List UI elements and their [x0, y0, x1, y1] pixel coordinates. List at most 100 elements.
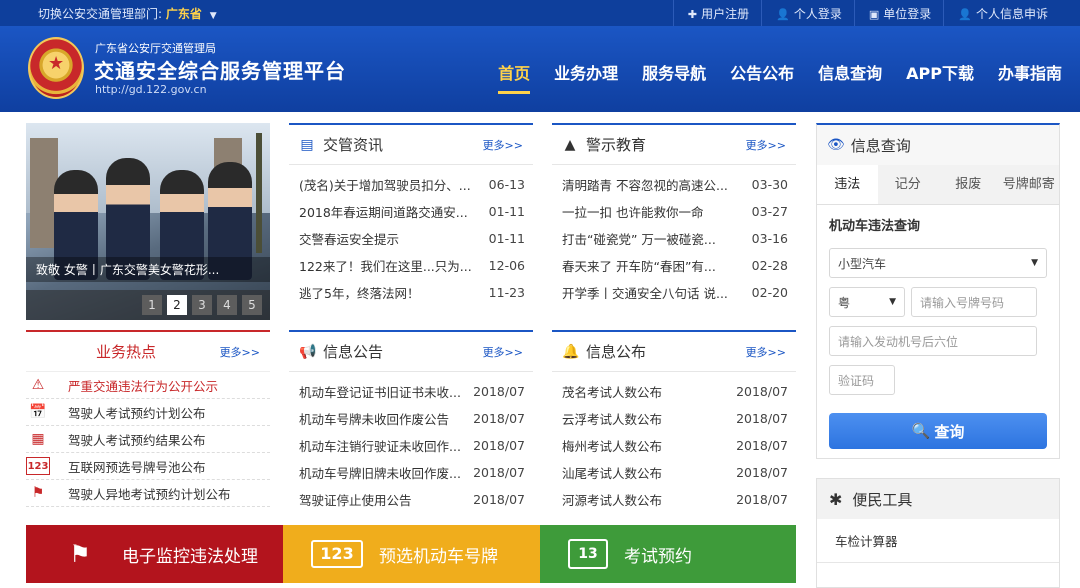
item-title[interactable]: 驾驶人考试预约结果公布: [68, 430, 206, 449]
item-title[interactable]: 2018年春运期间道路交通安...: [299, 202, 483, 221]
hot-more-link[interactable]: 更多>>: [220, 344, 260, 360]
item-title[interactable]: 严重交通违法行为公开公示: [68, 376, 218, 395]
list-item[interactable]: 机动车号牌旧牌未收回作废... 2018/07: [289, 459, 533, 486]
list-item[interactable]: 122来了！我们在这里...只为... 12-06: [289, 252, 533, 279]
query-button[interactable]: 🔍 查询: [829, 413, 1047, 449]
banner-plate-selection[interactable]: 123 预选机动车号牌: [283, 525, 540, 583]
list-item[interactable]: 汕尾考试人数公布 2018/07: [552, 459, 796, 486]
item-title[interactable]: 茂名考试人数公布: [562, 382, 730, 401]
list-item[interactable]: 机动车登记证书旧证书未收... 2018/07: [289, 378, 533, 405]
item-title[interactable]: 开学季丨交通安全八句话 说...: [562, 283, 746, 302]
slider-page-3[interactable]: 3: [192, 295, 212, 315]
list-item[interactable]: 春天来了 开车防“春困”有... 02-28: [552, 252, 796, 279]
item-title[interactable]: 驾驶人异地考试预约计划公布: [68, 484, 231, 503]
list-item[interactable]: ⚑ 驾驶人异地考试预约计划公布: [26, 480, 270, 507]
item-date: 2018/07: [736, 492, 788, 507]
slider-page-4[interactable]: 4: [217, 295, 237, 315]
tab-points[interactable]: 记分: [878, 165, 939, 204]
warning-more-link[interactable]: 更多>>: [746, 137, 786, 153]
province-switcher[interactable]: 切换公安交通管理部门: 广东省 ▼: [38, 5, 217, 22]
list-item[interactable]: 2018年春运期间道路交通安... 01-11: [289, 198, 533, 225]
item-title[interactable]: 汕尾考试人数公布: [562, 463, 730, 482]
list-item[interactable]: 📅 驾驶人考试预约计划公布: [26, 399, 270, 426]
item-title[interactable]: 打击“碰瓷党” 万一被碰瓷...: [562, 229, 746, 248]
item-title[interactable]: 逃了5年，终落法网！: [299, 283, 483, 302]
list-item[interactable]: (茂名)关于增加驾驶员扣分、... 06-13: [289, 171, 533, 198]
list-item[interactable]: 逃了5年，终落法网！ 11-23: [289, 279, 533, 306]
list-item[interactable]: 云浮考试人数公布 2018/07: [552, 405, 796, 432]
vehicle-type-select[interactable]: 小型汽车 ▼: [829, 248, 1047, 278]
item-title[interactable]: (茂名)关于增加驾驶员扣分、...: [299, 175, 483, 194]
building-icon: ▣: [868, 8, 880, 21]
list-item[interactable]: 开学季丨交通安全八句话 说... 02-20: [552, 279, 796, 306]
list-item[interactable]: 123 互联网预选号牌号池公布: [26, 453, 270, 480]
publish-more-link[interactable]: 更多>>: [746, 344, 786, 360]
slider-caption[interactable]: 致敬 女警丨广东交警美女警花形...: [26, 257, 270, 282]
plate-number-input[interactable]: 请输入号牌号码: [911, 287, 1037, 317]
personal-login-label[interactable]: 个人登录: [794, 7, 842, 21]
caret-down-icon[interactable]: ▼: [210, 11, 217, 21]
list-item[interactable]: 打击“碰瓷党” 万一被碰瓷... 03-16: [552, 225, 796, 252]
item-title[interactable]: 春天来了 开车防“春困”有...: [562, 256, 746, 275]
item-title[interactable]: 122来了！我们在这里...只为...: [299, 256, 483, 275]
dropdown-arrow-icon[interactable]: ▼: [1031, 258, 1038, 268]
dropdown-arrow-icon[interactable]: ▼: [889, 297, 896, 307]
item-title[interactable]: 机动车登记证书旧证书未收...: [299, 382, 467, 401]
item-title[interactable]: 互联网预选号牌号池公布: [68, 457, 206, 476]
item-title[interactable]: 机动车号牌旧牌未收回作废...: [299, 463, 467, 482]
publish-title: 信息公布: [586, 343, 647, 361]
nav-info-query[interactable]: 信息查询: [818, 60, 882, 90]
item-title[interactable]: 云浮考试人数公布: [562, 409, 730, 428]
item-title[interactable]: 机动车注销行驶证未收回作...: [299, 436, 467, 455]
province-prefix-select[interactable]: 粤 ▼: [829, 287, 905, 317]
list-item[interactable]: ⚠ 严重交通违法行为公开公示: [26, 372, 270, 399]
personal-login-link[interactable]: 👤 个人登录: [761, 0, 854, 26]
tool-inspection-calculator[interactable]: 车检计算器: [817, 519, 1059, 563]
list-item[interactable]: ▦ 驾驶人考试预约结果公布: [26, 426, 270, 453]
list-item[interactable]: 一拉一扣 也许能救你一命 03-27: [552, 198, 796, 225]
item-title[interactable]: 清明踏青 不容忽视的高速公...: [562, 175, 746, 194]
banner-exam-booking[interactable]: 13 考试预约: [540, 525, 796, 583]
banner-violation-processing[interactable]: ⚑ 电子监控违法处理: [26, 525, 283, 583]
province-name[interactable]: 广东省: [166, 7, 202, 21]
item-title[interactable]: 梅州考试人数公布: [562, 436, 730, 455]
item-title[interactable]: 交警春运安全提示: [299, 229, 483, 248]
item-title[interactable]: 河源考试人数公布: [562, 490, 730, 509]
item-title[interactable]: 驾驶证停止使用公告: [299, 490, 467, 509]
nav-guide[interactable]: 办事指南: [998, 60, 1062, 90]
engine-number-input[interactable]: 请输入发动机号后六位: [829, 326, 1037, 356]
photo-slider[interactable]: 致敬 女警丨广东交警美女警花形... 1 2 3 4 5: [26, 123, 270, 320]
item-title[interactable]: 一拉一扣 也许能救你一命: [562, 202, 746, 221]
list-item[interactable]: 驾驶证停止使用公告 2018/07: [289, 486, 533, 513]
list-item[interactable]: 机动车注销行驶证未收回作... 2018/07: [289, 432, 533, 459]
list-item[interactable]: 梅州考试人数公布 2018/07: [552, 432, 796, 459]
appeal-link[interactable]: 👤 个人信息申诉: [943, 0, 1060, 26]
news-more-link[interactable]: 更多>>: [483, 137, 523, 153]
site-title[interactable]: 交通安全综合服务管理平台: [94, 55, 346, 84]
list-item[interactable]: 茂名考试人数公布 2018/07: [552, 378, 796, 405]
nav-announcements[interactable]: 公告公布: [730, 60, 794, 90]
notice-more-link[interactable]: 更多>>: [483, 344, 523, 360]
slider-page-2[interactable]: 2: [167, 295, 187, 315]
register-link[interactable]: ✚ 用户注册: [672, 0, 761, 26]
slider-page-5[interactable]: 5: [242, 295, 262, 315]
tab-violation[interactable]: 违法: [817, 165, 878, 204]
register-label[interactable]: 用户注册: [701, 7, 749, 21]
unit-login-link[interactable]: ▣ 单位登录: [853, 0, 943, 26]
appeal-label[interactable]: 个人信息申诉: [976, 7, 1048, 21]
captcha-input[interactable]: 验证码: [829, 365, 895, 395]
list-item[interactable]: 清明踏青 不容忽视的高速公... 03-30: [552, 171, 796, 198]
tab-scrap[interactable]: 报废: [938, 165, 999, 204]
nav-business[interactable]: 业务办理: [554, 60, 618, 90]
unit-login-label[interactable]: 单位登录: [883, 7, 931, 21]
nav-service-guide[interactable]: 服务导航: [642, 60, 706, 90]
item-title[interactable]: 机动车号牌未收回作废公告: [299, 409, 467, 428]
list-item[interactable]: 机动车号牌未收回作废公告 2018/07: [289, 405, 533, 432]
slider-page-1[interactable]: 1: [142, 295, 162, 315]
list-item[interactable]: 河源考试人数公布 2018/07: [552, 486, 796, 513]
nav-app-download[interactable]: APP下载: [906, 60, 974, 90]
item-title[interactable]: 驾驶人考试预约计划公布: [68, 403, 206, 422]
tab-plate-mail[interactable]: 号牌邮寄: [999, 165, 1060, 204]
nav-home[interactable]: 首页: [498, 60, 531, 94]
list-item[interactable]: 交警春运安全提示 01-11: [289, 225, 533, 252]
